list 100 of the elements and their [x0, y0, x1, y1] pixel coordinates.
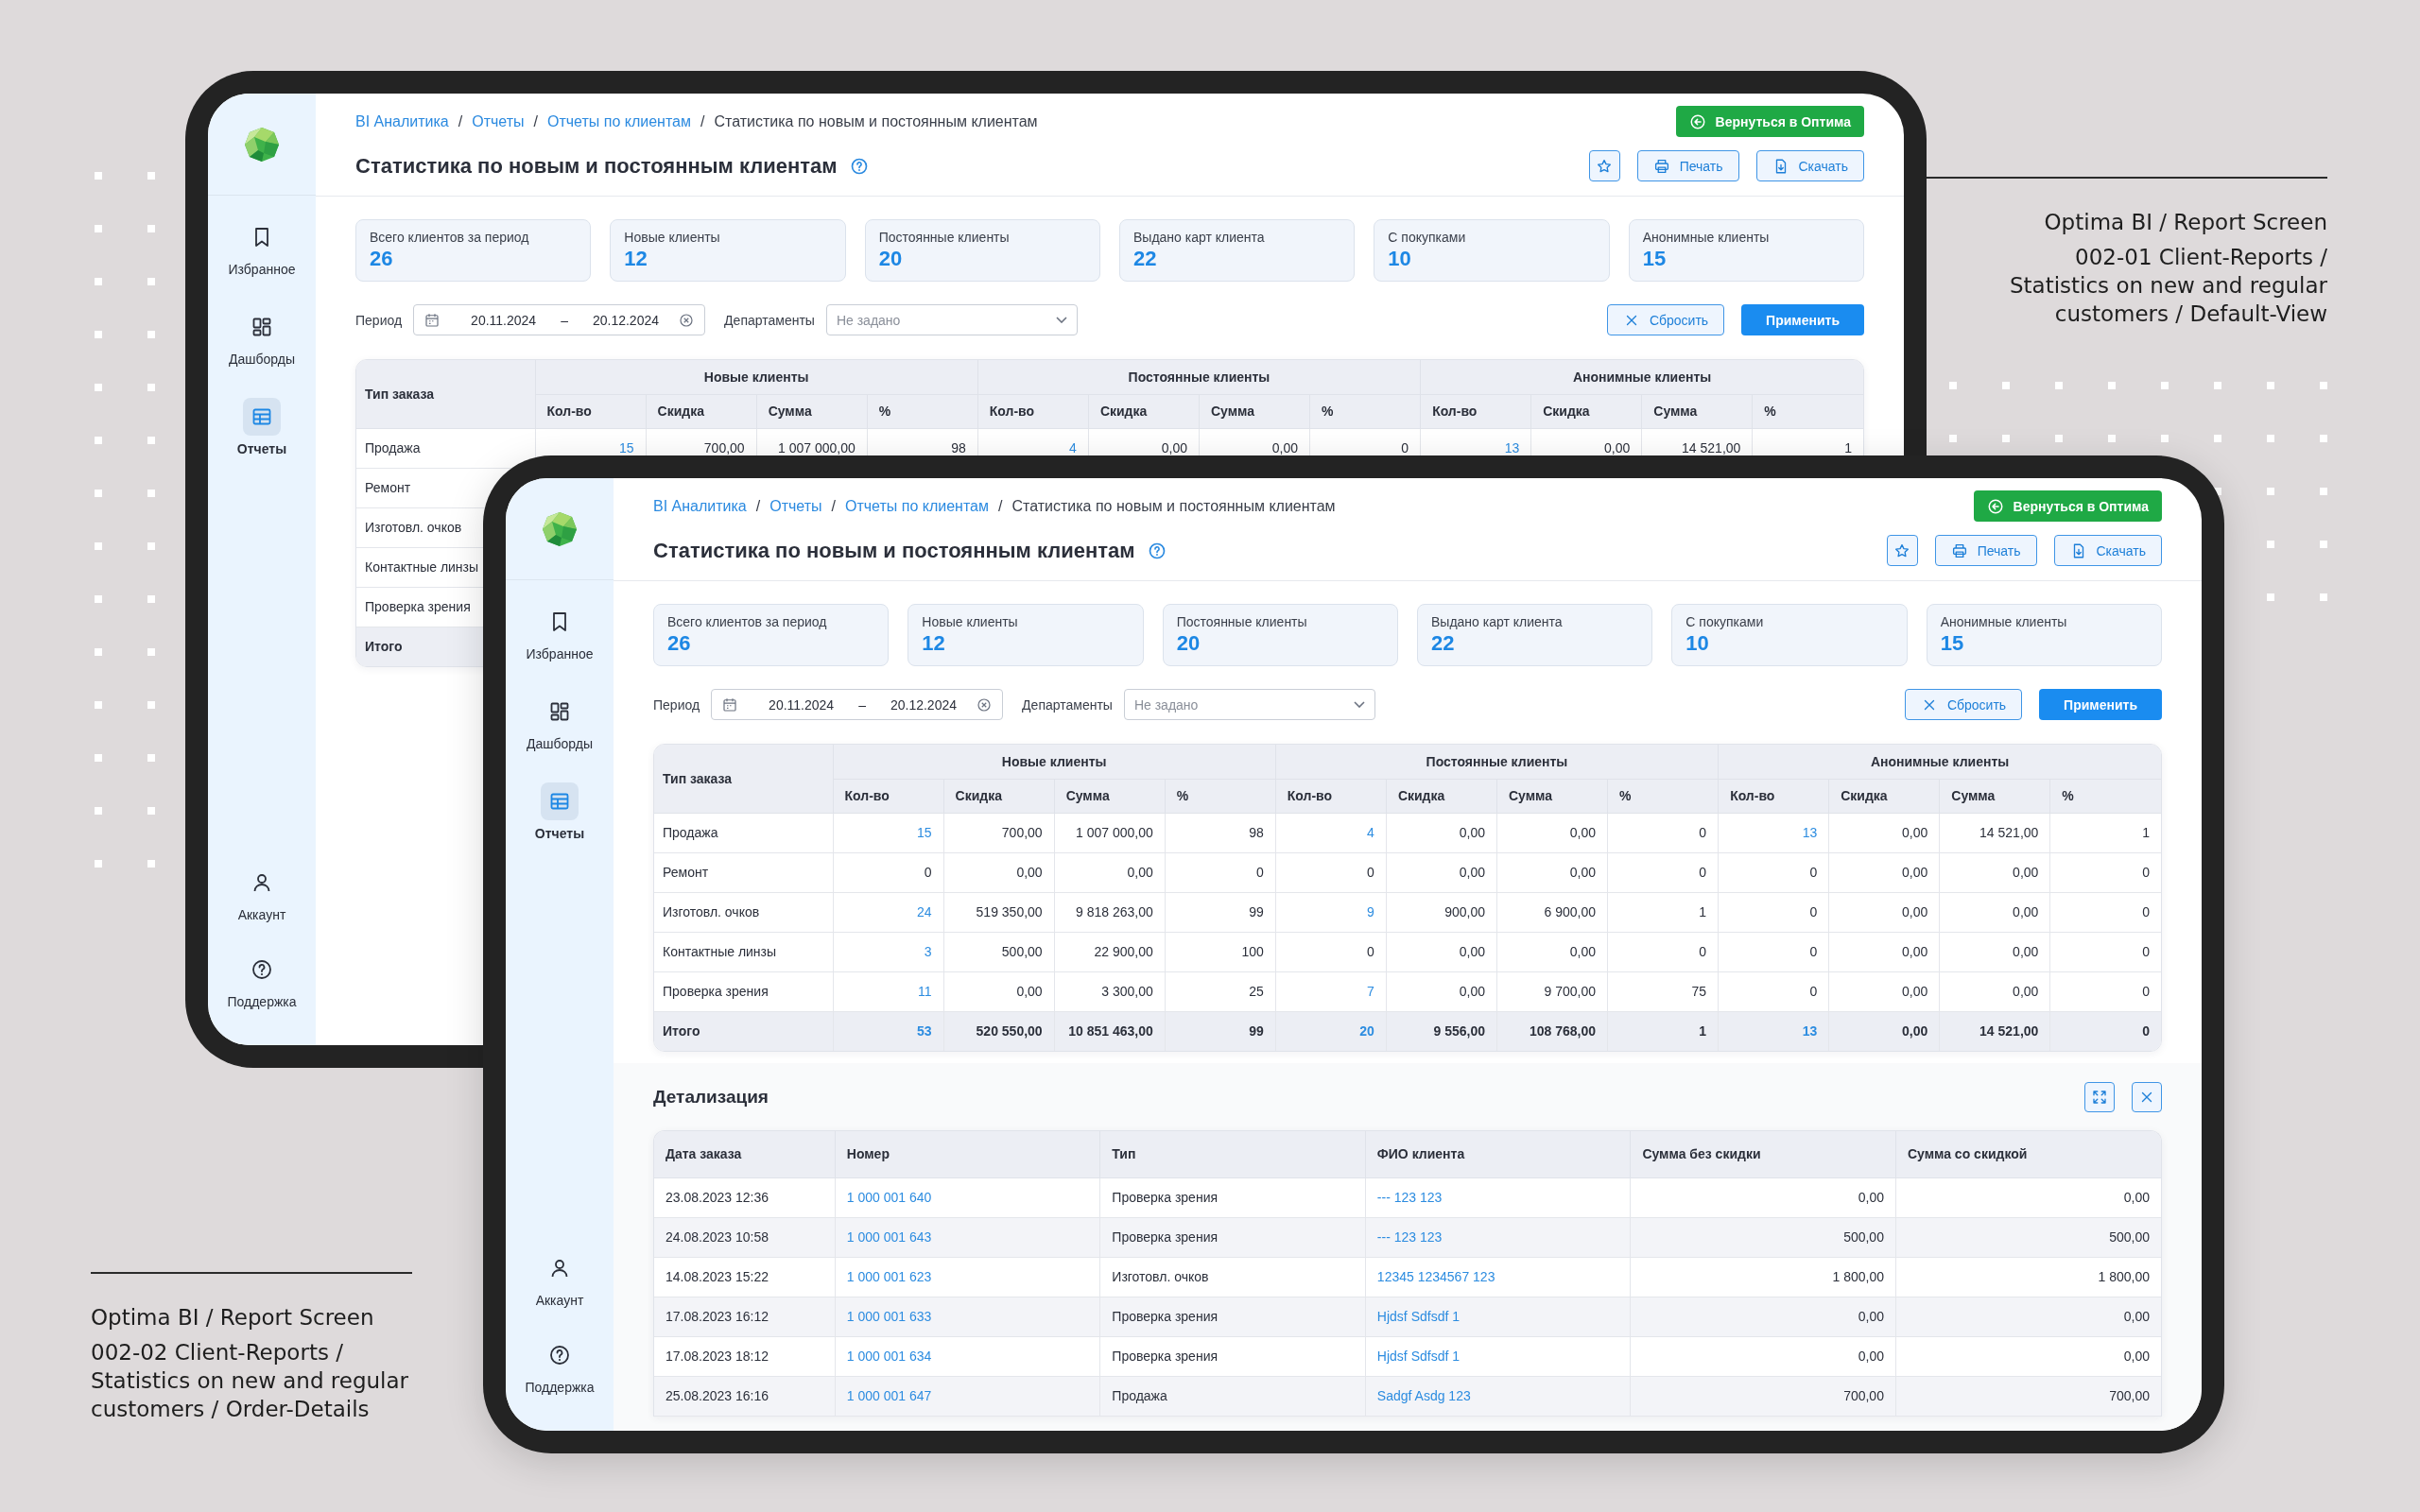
close-button[interactable] — [2132, 1082, 2162, 1112]
stat-label: Анонимные клиенты — [1642, 230, 1771, 245]
calendar-icon — [424, 311, 441, 329]
count-link[interactable]: 53 — [917, 1023, 932, 1040]
date-from: 20.11.2024 — [471, 312, 537, 328]
table-cell: 519 350,00 — [976, 904, 1043, 919]
client-name-link[interactable]: 12345 1234567 123 — [1376, 1269, 1495, 1284]
table-cell: 0 — [1809, 865, 1818, 880]
column-header: Сумма — [1508, 788, 1552, 803]
apply-button[interactable]: Применить — [1741, 304, 1864, 335]
table-cell: 0,00 — [2013, 865, 2039, 880]
client-name-link[interactable]: --- 123 123 — [1376, 1229, 1443, 1245]
logo-icon — [243, 125, 281, 163]
breadcrumb-separator: / — [755, 497, 761, 515]
table-cell: 0,00 — [2123, 1309, 2150, 1324]
sidebar-item[interactable]: Аккаунт — [535, 1249, 584, 1308]
stat-label: С покупками — [1388, 230, 1467, 245]
column-header: Сумма — [1951, 788, 1996, 803]
table-cell: 1 800,00 — [1832, 1269, 1884, 1284]
favorite-button[interactable] — [1588, 150, 1620, 181]
column-group-header: Постоянные клиенты — [1128, 369, 1270, 385]
client-name-link[interactable]: --- 123 123 — [1376, 1190, 1443, 1205]
count-link[interactable]: 7 — [1367, 984, 1374, 999]
sidebar-item[interactable]: Дашборды — [527, 693, 593, 751]
breadcrumb-link[interactable]: Отчеты по клиентам — [845, 497, 989, 515]
caption-description: 002-01 Client-Reports / Statistics on new and regular customers / Default-View — [2008, 244, 2327, 328]
return-button[interactable]: Вернуться в Оптима — [1973, 490, 2162, 522]
clear-icon[interactable] — [976, 696, 994, 713]
sidebar-item[interactable]: Поддержка — [227, 951, 297, 1009]
table-cell: 0,00 — [1127, 865, 1153, 880]
stat-value: 22 — [1431, 631, 1456, 656]
reset-button[interactable]: Сбросить — [1606, 304, 1725, 335]
row-label: Итого — [365, 639, 403, 655]
breadcrumb-link[interactable]: Отчеты по клиентам — [547, 112, 691, 130]
favorite-button[interactable] — [1886, 535, 1918, 566]
count-link[interactable]: 20 — [1359, 1023, 1374, 1040]
print-button[interactable]: Печать — [1934, 535, 2037, 566]
count-link[interactable]: 15 — [917, 825, 932, 840]
expand-button[interactable] — [2084, 1082, 2115, 1112]
sidebar-item[interactable]: Избранное — [526, 603, 594, 662]
table-cell: 0,00 — [1858, 1190, 1884, 1205]
apply-button[interactable]: Применить — [2039, 689, 2162, 720]
department-label: Департаменты — [1022, 696, 1113, 713]
return-button[interactable]: Вернуться в Оптима — [1675, 106, 1864, 137]
sidebar-item[interactable]: Дашборды — [229, 308, 295, 367]
count-link[interactable]: 9 — [1367, 904, 1374, 919]
client-name-link[interactable]: Sadgf Asdg 123 — [1376, 1388, 1471, 1403]
count-link[interactable]: 13 — [1802, 1023, 1818, 1040]
table-cell: 0 — [2142, 1023, 2150, 1040]
stat-label: Постоянные клиенты — [1176, 614, 1308, 629]
order-number-link[interactable]: 1 000 001 634 — [846, 1349, 932, 1364]
breadcrumb-link[interactable]: Отчеты — [769, 497, 822, 515]
table-cell: 0,00 — [1459, 865, 1485, 880]
table-cell: 700,00 — [703, 440, 745, 455]
count-link[interactable]: 4 — [1367, 825, 1374, 840]
table-cell: 0,00 — [1459, 984, 1485, 999]
count-link[interactable]: 24 — [917, 904, 932, 919]
sidebar-item[interactable]: Поддержка — [525, 1336, 595, 1395]
order-number-link[interactable]: 1 000 001 640 — [846, 1190, 932, 1205]
count-link[interactable]: 3 — [924, 944, 932, 959]
sidebar-item[interactable]: Отчеты — [236, 398, 287, 456]
count-link[interactable]: 4 — [1069, 440, 1077, 455]
table-cell: 23.08.2023 12:36 — [666, 1190, 769, 1205]
count-link[interactable]: 11 — [918, 984, 932, 999]
table-cell: 1 — [1844, 440, 1852, 455]
order-number-link[interactable]: 1 000 001 633 — [846, 1309, 932, 1324]
sidebar-item[interactable]: Избранное — [228, 218, 296, 277]
dashboard-grid-icon — [251, 316, 273, 338]
department-select[interactable]: Не задано — [825, 304, 1078, 335]
help-icon[interactable] — [850, 156, 870, 176]
column-header: Тип — [1112, 1146, 1136, 1162]
reset-button[interactable]: Сбросить — [1904, 689, 2023, 720]
table-cell: 0,00 — [1271, 440, 1299, 455]
count-link[interactable]: 13 — [1802, 825, 1818, 840]
breadcrumb-link[interactable]: BI Аналитика — [355, 112, 449, 130]
client-name-link[interactable]: Hjdsf Sdfsdf 1 — [1376, 1349, 1460, 1364]
download-button[interactable]: Скачать — [1755, 150, 1864, 181]
print-button[interactable]: Печать — [1636, 150, 1739, 181]
department-select[interactable]: Не задано — [1123, 689, 1375, 720]
order-number-link[interactable]: 1 000 001 647 — [846, 1388, 932, 1403]
date-range-field[interactable]: 20.11.2024 – 20.12.2024 — [413, 304, 706, 335]
breadcrumb-link[interactable]: BI Аналитика — [653, 497, 747, 515]
order-number-link[interactable]: 1 000 001 643 — [846, 1229, 932, 1245]
client-name-link[interactable]: Hjdsf Sdfsdf 1 — [1376, 1309, 1460, 1324]
calendar-icon — [721, 696, 739, 713]
count-link[interactable]: 13 — [1504, 440, 1520, 455]
help-icon — [251, 958, 273, 981]
date-range-field[interactable]: 20.11.2024 – 20.12.2024 — [711, 689, 1004, 720]
clear-icon[interactable] — [678, 311, 696, 329]
column-header: Сумма — [1065, 788, 1110, 803]
column-header: Скидка — [657, 404, 704, 419]
breadcrumb-link[interactable]: Отчеты — [472, 112, 525, 130]
column-header: Сумма без скидки — [1642, 1146, 1761, 1162]
table-cell: 25 — [1249, 984, 1264, 999]
sidebar-item[interactable]: Отчеты — [534, 782, 585, 841]
order-number-link[interactable]: 1 000 001 623 — [846, 1269, 932, 1284]
sidebar-item[interactable]: Аккаунт — [237, 864, 286, 922]
help-icon[interactable] — [1148, 541, 1167, 560]
count-link[interactable]: 15 — [619, 440, 634, 455]
download-button[interactable]: Скачать — [2053, 535, 2162, 566]
